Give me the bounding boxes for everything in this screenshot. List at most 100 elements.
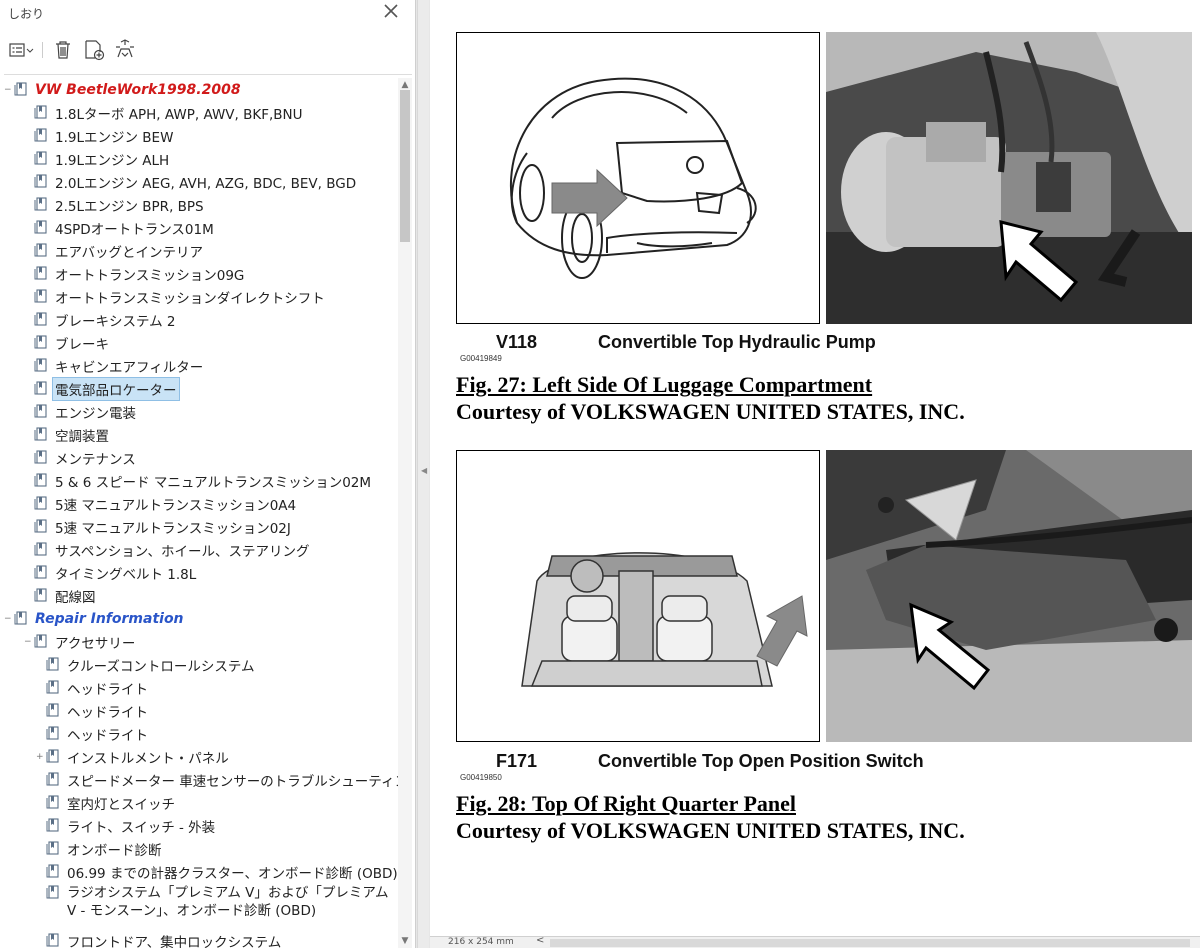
bookmark-item[interactable]: ヘッドライト: [0, 722, 398, 745]
bookmark-item[interactable]: 1.9Lエンジン BEW: [0, 124, 398, 147]
bookmark-icon: [46, 885, 59, 899]
close-panel-button[interactable]: [380, 0, 402, 22]
bookmark-item[interactable]: 5速 マニュアルトランスミッション0A4: [0, 492, 398, 515]
bookmarks-scrollbar[interactable]: ▲ ▼: [398, 78, 412, 948]
bookmark-item[interactable]: 1.8Lターボ APH, AWP, AWV, BKF,BNU: [0, 101, 398, 124]
bookmark-label: Repair Information: [35, 610, 184, 627]
bookmark-item[interactable]: 電気部品ロケーター: [0, 376, 398, 401]
figure-27-image-id: G00419849: [460, 354, 502, 363]
toolbar-separator: [4, 74, 412, 75]
page-size-readout: 216 x 254 mm: [448, 937, 514, 947]
bookmark-label: 配線図: [55, 589, 96, 606]
bookmark-item[interactable]: + インストルメント・パネル: [0, 745, 398, 768]
document-page: V118 Convertible Top Hydraulic Pump G004…: [430, 0, 1200, 936]
collapse-toggle-icon[interactable]: −: [4, 614, 14, 624]
bookmark-item[interactable]: 1.9Lエンジン ALH: [0, 147, 398, 170]
pdf-viewer: { "bookmarks_panel": { "title": "しおり", "…: [0, 0, 1200, 948]
bookmark-item[interactable]: メンテナンス: [0, 446, 398, 469]
bookmark-label: 1.8Lターボ APH, AWP, AWV, BKF,BNU: [55, 106, 303, 123]
bookmark-label: VW BeetleWork1998.2008: [35, 81, 241, 98]
bookmark-label: ヘッドライト: [67, 727, 148, 744]
bookmark-item[interactable]: スピードメーター 車速センサーのトラブルシューティング: [0, 768, 398, 791]
expand-toggle-icon[interactable]: +: [36, 752, 46, 762]
bookmark-label: オンボード診断: [67, 842, 162, 859]
bookmark-item[interactable]: ブレーキシステム 2: [0, 308, 398, 331]
figure-27-pump-photo: [826, 32, 1192, 324]
bookmark-item[interactable]: タイミングベルト 1.8L: [0, 561, 398, 584]
bookmark-icon: [46, 657, 59, 671]
bookmark-item[interactable]: 2.0Lエンジン AEG, AVH, AZG, BDC, BEV, BGD: [0, 170, 398, 193]
bookmark-icon: [34, 312, 47, 326]
bookmark-item[interactable]: オートトランスミッション09G: [0, 262, 398, 285]
bookmark-icon: [34, 404, 47, 418]
bookmark-item[interactable]: 5速 マニュアルトランスミッション02J: [0, 515, 398, 538]
figure-27-title: Fig. 27: Left Side Of Luggage Compartmen…: [456, 372, 873, 397]
figure-28-component-code: F171: [496, 751, 538, 771]
bookmark-icon: [34, 128, 47, 142]
collapse-toggle-icon[interactable]: −: [24, 637, 34, 647]
bookmark-icon: [34, 358, 47, 372]
bookmark-icon: [34, 450, 47, 464]
bookmark-item[interactable]: 5 & 6 スピード マニュアルトランスミッション02M: [0, 469, 398, 492]
new-bookmark-button[interactable]: [82, 38, 106, 62]
bookmark-item[interactable]: ライト、スイッチ - 外装: [0, 814, 398, 837]
bookmark-label: スピードメーター 車速センサーのトラブルシューティング: [67, 773, 398, 790]
bookmark-label: ブレーキシステム 2: [55, 313, 176, 330]
bookmark-item[interactable]: キャビンエアフィルター: [0, 354, 398, 377]
collapse-toggle-icon[interactable]: −: [4, 85, 14, 95]
bookmark-item[interactable]: オンボード診断: [0, 837, 398, 860]
bookmark-icon: [34, 151, 47, 165]
pointer-arrow-icon: [551, 168, 628, 228]
bookmark-item[interactable]: 4SPDオートトランス01M: [0, 216, 398, 239]
bookmark-item[interactable]: 空調装置: [0, 423, 398, 446]
bookmark-item[interactable]: ヘッドライト: [0, 676, 398, 699]
bookmark-label: ヘッドライト: [67, 704, 148, 721]
bookmark-item[interactable]: エンジン電装: [0, 400, 398, 423]
scrollbar-thumb[interactable]: [400, 90, 410, 242]
bookmark-label: 空調装置: [55, 428, 109, 445]
bookmark-item[interactable]: 配線図: [0, 584, 398, 607]
bookmark-item[interactable]: オートトランスミッションダイレクトシフト: [0, 285, 398, 308]
bookmark-root-item[interactable]: − Repair Information: [0, 607, 398, 630]
bookmark-item[interactable]: 2.5Lエンジン BPR, BPS: [0, 193, 398, 216]
bookmark-item[interactable]: フロントドア、集中ロックシステム: [0, 929, 398, 948]
bookmark-item[interactable]: ヘッドライト: [0, 699, 398, 722]
bookmark-label: サスペンション、ホイール、ステアリング: [55, 543, 310, 560]
bookmark-item[interactable]: − アクセサリー: [0, 630, 398, 653]
options-menu-button[interactable]: [8, 38, 36, 62]
delete-bookmark-button[interactable]: [52, 38, 74, 62]
bookmark-item[interactable]: 06.99 までの計器クラスター、オンボード診断 (OBD): [0, 860, 398, 883]
bookmark-icon: [34, 289, 47, 303]
scroll-down-arrow-icon[interactable]: ▼: [398, 934, 412, 948]
bookmark-icon: [34, 542, 47, 556]
bookmark-item[interactable]: 室内灯とスイッチ: [0, 791, 398, 814]
bookmark-item[interactable]: サスペンション、ホイール、ステアリング: [0, 538, 398, 561]
new-bookmark-icon: [85, 40, 105, 61]
bookmark-root-item[interactable]: − VW BeetleWork1998.2008: [0, 78, 398, 101]
bookmark-label: 室内灯とスイッチ: [67, 796, 175, 813]
bookmark-item[interactable]: エアバッグとインテリア: [0, 239, 398, 262]
find-current-bookmark-button[interactable]: [112, 38, 138, 62]
bookmark-item[interactable]: ブレーキ: [0, 331, 398, 354]
bookmark-icon: [34, 243, 47, 257]
bookmark-icon: [34, 427, 47, 441]
collapse-panel-arrow-icon[interactable]: ◀: [421, 466, 427, 475]
horizontal-scrollbar[interactable]: [550, 939, 1190, 947]
figure-28-image-id: G00419850: [460, 773, 502, 782]
bookmark-icon: [46, 818, 59, 832]
bookmark-icon: [46, 749, 59, 763]
bookmark-icon: [46, 726, 59, 740]
bookmark-label: ラジオシステム「プレミアム V」および「プレミアム V - モンスーン」、オンボ…: [67, 885, 389, 919]
bookmark-icon: [34, 266, 47, 280]
bookmark-label: 1.9Lエンジン BEW: [55, 129, 174, 146]
bookmark-icon: [14, 611, 27, 625]
figure-27-component-description: Convertible Top Hydraulic Pump: [598, 332, 876, 352]
bookmark-icon: [34, 197, 47, 211]
scroll-left-arrow-icon[interactable]: <: [536, 935, 544, 946]
bookmark-label: インストルメント・パネル: [67, 750, 229, 767]
convertible-interior-illustration: [521, 552, 808, 687]
panel-splitter[interactable]: ◀: [417, 0, 429, 948]
bookmark-item[interactable]: ラジオシステム「プレミアム V」および「プレミアム V - モンスーン」、オンボ…: [0, 883, 398, 923]
bookmark-icon: [46, 841, 59, 855]
bookmark-item[interactable]: クルーズコントロールシステム: [0, 653, 398, 676]
